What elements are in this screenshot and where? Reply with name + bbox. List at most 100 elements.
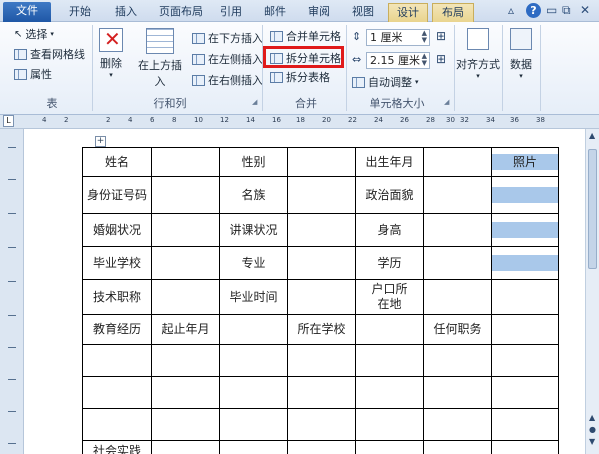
table-cell[interactable]	[151, 440, 220, 454]
table-cell[interactable]	[355, 376, 424, 409]
select-button[interactable]: ↖ 选择 ▾	[14, 26, 54, 42]
table-cell[interactable]	[423, 376, 492, 409]
table-cell[interactable]: 起止年月	[151, 314, 220, 345]
insert-above-button[interactable]: 在上方插入	[134, 28, 186, 89]
split-cells-button[interactable]: 拆分单元格	[270, 50, 341, 66]
restore-icon[interactable]: ⧉	[562, 3, 571, 18]
page-down-icon[interactable]: ▼	[589, 437, 595, 446]
table-cell[interactable]	[491, 279, 559, 315]
tab-stop-selector-icon[interactable]: L	[3, 115, 14, 127]
table-cell[interactable]: 户口所在地	[355, 279, 424, 315]
browse-object-icon[interactable]: ●	[589, 425, 596, 434]
table-cell[interactable]: 学历	[355, 246, 424, 280]
table-cell[interactable]: 姓名	[82, 147, 152, 177]
table-cell[interactable]: 专业	[219, 246, 288, 280]
table-cell[interactable]	[423, 408, 492, 441]
table-cell[interactable]	[491, 344, 559, 377]
spinner-arrows-icon[interactable]: ▲ ▼	[422, 30, 427, 44]
table-cell[interactable]	[219, 408, 288, 441]
table-cell[interactable]	[287, 147, 356, 177]
table-cell[interactable]: 讲课状况	[219, 213, 288, 247]
view-gridlines-button[interactable]: 查看网格线	[14, 46, 85, 62]
table-cell[interactable]: 任何职务	[423, 314, 492, 345]
photo-cell[interactable]	[491, 176, 559, 214]
table-cell[interactable]	[423, 246, 492, 280]
table-cell[interactable]	[219, 376, 288, 409]
document-page[interactable]: + 姓名 性别 出生年月 照片 身份证号码 名族 政治面貌 婚姻状况 讲课状况 …	[25, 129, 585, 454]
table-cell[interactable]	[151, 344, 220, 377]
table-cell[interactable]	[423, 213, 492, 247]
table-cell[interactable]	[287, 408, 356, 441]
table-cell[interactable]	[151, 213, 220, 247]
merge-cells-button[interactable]: 合并单元格	[270, 28, 341, 44]
tab-view[interactable]: 视图	[346, 3, 380, 22]
table-cell[interactable]	[287, 279, 356, 315]
table-cell[interactable]	[423, 440, 492, 454]
table-cell[interactable]: 所在学校	[287, 314, 356, 345]
table-cell[interactable]	[355, 344, 424, 377]
table-cell[interactable]: 技术职称	[82, 279, 152, 315]
table-cell[interactable]: 身高	[355, 213, 424, 247]
table-cell[interactable]	[491, 376, 559, 409]
table-cell[interactable]	[151, 176, 220, 214]
table-cell[interactable]	[287, 344, 356, 377]
distribute-cols-icon[interactable]: ⊞	[436, 52, 446, 66]
vertical-ruler[interactable]	[0, 129, 24, 454]
table-cell[interactable]	[423, 344, 492, 377]
table-cell[interactable]	[355, 440, 424, 454]
tab-references[interactable]: 引用	[214, 3, 248, 22]
table-cell[interactable]	[423, 176, 492, 214]
cell-size-launcher-icon[interactable]: ◢	[444, 98, 449, 106]
data-button[interactable]: 数据 ▾	[506, 28, 536, 80]
vertical-scrollbar[interactable]: ▲ ▲ ● ▼	[585, 129, 599, 454]
insert-below-button[interactable]: 在下方插入	[192, 30, 263, 46]
photo-cell[interactable]: 照片	[491, 147, 559, 177]
minimize-ribbon-icon[interactable]: ▵	[508, 3, 514, 17]
minimize-icon[interactable]: ▭	[546, 3, 557, 17]
table-cell[interactable]	[423, 147, 492, 177]
table-cell[interactable]	[287, 176, 356, 214]
table-cell[interactable]	[423, 279, 492, 315]
table-cell[interactable]	[82, 376, 152, 409]
table-move-handle-icon[interactable]: +	[95, 136, 106, 147]
table-cell[interactable]	[151, 246, 220, 280]
horizontal-ruler[interactable]: L 4 2 2 4 6 8 10 12 14 16 18 20 22 24 26…	[0, 115, 599, 129]
table-cell[interactable]	[219, 440, 288, 454]
tab-insert[interactable]: 插入	[108, 3, 144, 22]
page-up-icon[interactable]: ▲	[589, 413, 595, 422]
tab-page-layout[interactable]: 页面布局	[152, 3, 210, 22]
insert-right-button[interactable]: 在右侧插入	[192, 72, 263, 88]
table-cell[interactable]	[151, 147, 220, 177]
table-cell[interactable]	[355, 314, 424, 345]
tab-home[interactable]: 开始	[62, 3, 98, 22]
col-width-input[interactable]: 2.15 厘米 ▲ ▼	[366, 52, 430, 69]
table-cell[interactable]: 社会实践	[82, 440, 152, 454]
tab-review[interactable]: 审阅	[302, 3, 336, 22]
table-cell[interactable]	[151, 376, 220, 409]
distribute-rows-icon[interactable]: ⊞	[436, 29, 446, 43]
scrollbar-thumb[interactable]	[588, 149, 597, 269]
personal-info-table[interactable]: 姓名 性别 出生年月 照片 身份证号码 名族 政治面貌 婚姻状况 讲课状况 身高…	[82, 147, 559, 454]
table-cell[interactable]: 政治面貌	[355, 176, 424, 214]
table-cell[interactable]: 毕业时间	[219, 279, 288, 315]
table-cell[interactable]	[219, 344, 288, 377]
table-cell[interactable]	[151, 279, 220, 315]
table-cell[interactable]: 性别	[219, 147, 288, 177]
scroll-up-icon[interactable]: ▲	[589, 131, 595, 140]
table-cell[interactable]	[287, 213, 356, 247]
table-cell[interactable]	[151, 408, 220, 441]
tab-mailings[interactable]: 邮件	[258, 3, 292, 22]
table-cell[interactable]	[219, 314, 288, 345]
insert-left-button[interactable]: 在左侧插入	[192, 51, 263, 67]
table-cell[interactable]	[82, 344, 152, 377]
help-icon[interactable]: ?	[526, 3, 541, 18]
properties-button[interactable]: 属性	[14, 66, 52, 82]
tab-design[interactable]: 设计	[388, 3, 428, 22]
alignment-button[interactable]: 对齐方式 ▾	[456, 28, 500, 80]
close-icon[interactable]: ✕	[580, 3, 590, 17]
tab-layout[interactable]: 布局	[432, 3, 474, 23]
table-cell[interactable]: 教育经历	[82, 314, 152, 345]
tab-file[interactable]: 文件	[3, 2, 51, 22]
autofit-button[interactable]: 自动调整 ▾	[352, 74, 419, 90]
table-cell[interactable]	[491, 314, 559, 345]
